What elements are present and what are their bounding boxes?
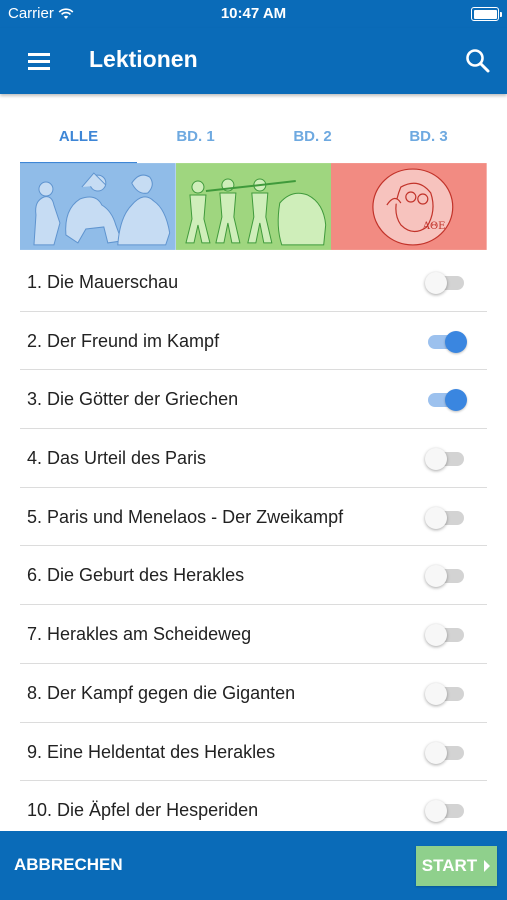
chevron-right-icon [484, 860, 491, 872]
bottom-bar: ABBRECHEN START [0, 831, 507, 900]
lesson-label: 3. Die Götter der Griechen [27, 389, 239, 410]
lesson-toggle[interactable] [425, 624, 467, 647]
menu-icon[interactable] [24, 49, 54, 73]
lesson-row: 1. Die Mauerschau [20, 253, 487, 312]
lesson-toggle[interactable] [425, 389, 467, 412]
status-bar: Carrier 10:47 AM [0, 0, 507, 28]
battery-icon [471, 7, 502, 21]
banner-panel-coin: ΑΘΕ [331, 163, 488, 250]
cancel-button[interactable]: ABBRECHEN [14, 855, 123, 875]
lesson-toggle[interactable] [425, 506, 467, 529]
volume-tabs: ALLE BD. 1 BD. 2 BD. 3 [20, 115, 487, 165]
lesson-toggle[interactable] [425, 800, 467, 823]
lesson-label: 2. Der Freund im Kampf [27, 330, 220, 351]
lesson-row: 3. Die Götter der Griechen [20, 370, 487, 430]
start-button-label: START [421, 856, 478, 875]
banner-panel-relief [175, 163, 332, 250]
start-button[interactable]: START [416, 846, 497, 886]
lesson-label: 10. Die Äpfel der Hesperiden [27, 800, 259, 821]
lesson-row: 4. Das Urteil des Paris [20, 429, 487, 488]
lesson-row: 2. Der Freund im Kampf [20, 312, 487, 371]
svg-text:ΑΘΕ: ΑΘΕ [422, 221, 446, 232]
lesson-label: 8. Der Kampf gegen die Giganten [27, 682, 296, 703]
app-bar: Lektionen [0, 28, 507, 94]
page-title: Lektionen [89, 46, 198, 72]
tab-bd-2[interactable]: BD. 2 [254, 115, 371, 165]
lesson-row: 9. Eine Heldentat des Herakles [20, 723, 487, 782]
lesson-label: 5. Paris und Menelaos - Der Zweikampf [27, 506, 344, 527]
lesson-toggle[interactable] [425, 272, 467, 294]
lesson-row: 8. Der Kampf gegen die Giganten [20, 664, 487, 723]
lesson-list: 1. Die Mauerschau 2. Der Freund im Kampf… [20, 253, 487, 840]
lesson-label: 7. Herakles am Scheideweg [27, 624, 252, 645]
lesson-toggle[interactable] [425, 448, 467, 471]
search-icon[interactable] [463, 46, 493, 76]
lesson-label: 6. Die Geburt des Herakles [27, 565, 245, 586]
lesson-label: 1. Die Mauerschau [27, 272, 179, 292]
banner-panel-warriors [20, 163, 176, 250]
lesson-toggle[interactable] [425, 682, 467, 705]
lesson-toggle[interactable] [425, 565, 467, 588]
lesson-row: 6. Die Geburt des Herakles [20, 546, 487, 606]
lesson-toggle[interactable] [425, 330, 467, 353]
volume-banner: ΑΘΕ [20, 163, 488, 250]
status-time: 10:47 AM [220, 5, 287, 22]
lesson-label: 4. Das Urteil des Paris [27, 448, 207, 469]
lesson-label: 9. Eine Heldentat des Herakles [27, 741, 276, 762]
lesson-toggle[interactable] [425, 741, 467, 764]
lesson-row: 5. Paris und Menelaos - Der Zweikampf [20, 488, 487, 547]
lesson-row: 7. Herakles am Scheideweg [20, 605, 487, 664]
tab-bd-1[interactable]: BD. 1 [137, 115, 254, 165]
tab-alle[interactable]: ALLE [20, 115, 137, 165]
tab-bd-3[interactable]: BD. 3 [370, 115, 487, 165]
